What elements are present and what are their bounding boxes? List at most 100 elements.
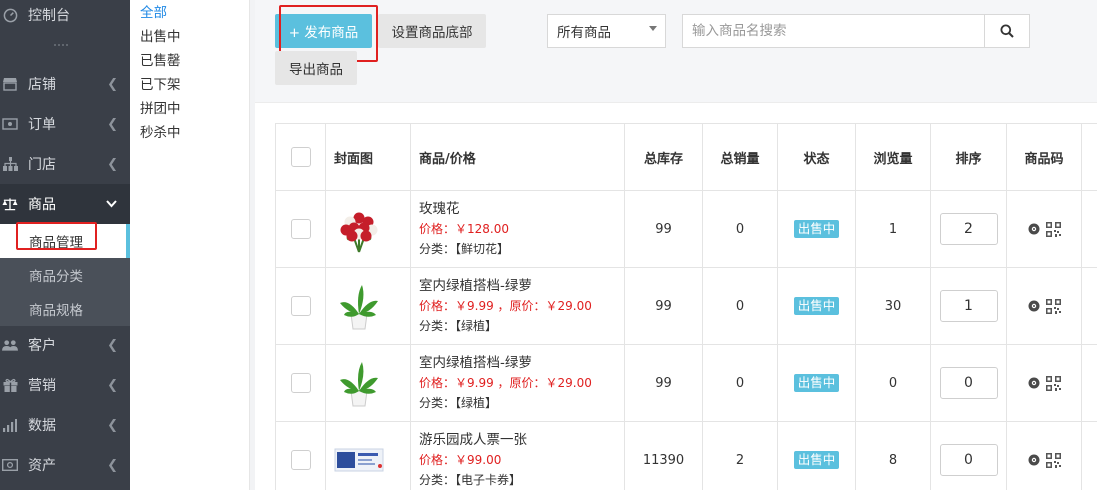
filter-all[interactable]: 全部 — [140, 1, 167, 21]
table-row: 室内绿植搭档-绿萝 价格：￥9.99 ，原价：￥29.00 分类：【绿植】 99 0 出售… — [275, 267, 1097, 345]
search-button[interactable] — [985, 14, 1030, 48]
sidebar-item-branches[interactable]: 门店 ❮ — [0, 144, 130, 184]
goods-scope-select[interactable]: 所有商品 — [547, 14, 666, 48]
stock-cell: 99 — [624, 267, 703, 345]
sort-input[interactable] — [939, 213, 998, 245]
sidebar-sub-goods-manage[interactable]: 商品管理 — [0, 224, 130, 258]
product-image — [334, 448, 384, 472]
stock-cell: 99 — [624, 190, 703, 268]
sales-cell: 0 — [702, 190, 778, 268]
sidebar-item-label: 门店 — [28, 157, 56, 173]
sidebar-item-label: 客户 — [28, 338, 56, 354]
goods-info-cell: 游乐园成人票一张 价格：￥99.00 分类：【电子卡券】 — [410, 421, 625, 490]
filter-on-sale[interactable]: 出售中 — [140, 25, 181, 45]
status-cell: 出售中 — [777, 267, 856, 345]
status-badge: 出售中 — [793, 374, 840, 392]
sidebar-sub-goods-category[interactable]: 商品分类 — [0, 258, 130, 292]
dashboard-icon — [2, 7, 18, 23]
sidebar-item-label: 订单 — [28, 117, 56, 133]
sidebar-sub-label: 商品分类 — [29, 269, 83, 285]
goods-name[interactable]: 室内绿植搭档-绿萝 — [419, 276, 624, 296]
sidebar-item-orders[interactable]: 订单 ❮ — [0, 104, 130, 144]
filter-group-buy[interactable]: 拼团中 — [140, 97, 181, 117]
chevron-left-icon: ❮ — [107, 377, 118, 393]
status-badge: 出售中 — [793, 297, 840, 315]
sidebar-sub-label: 商品管理 — [29, 235, 83, 251]
select-all-checkbox[interactable] — [290, 147, 311, 167]
table-row: 游乐园成人票一张 价格：￥99.00 分类：【电子卡券】 11390 2 出售中 8 — [275, 421, 1097, 490]
views-cell: 30 — [855, 267, 931, 345]
share-icon[interactable] — [1027, 376, 1041, 390]
sidebar-item-dashboard[interactable]: 控制台 — [0, 0, 130, 35]
row-select-cell — [275, 190, 326, 268]
set-goods-footer-button[interactable]: 设置商品底部 — [378, 14, 486, 48]
sidebar-item-customers[interactable]: 客户 ❮ — [0, 325, 130, 365]
product-image — [340, 285, 378, 330]
share-icon[interactable] — [1027, 299, 1041, 313]
sales-cell: 2 — [702, 421, 778, 490]
goods-price: 价格：￥9.99 ，原价：￥29.00 — [419, 299, 592, 313]
overflow-cell — [1081, 267, 1097, 345]
status-cell: 出售中 — [777, 421, 856, 490]
qrcode-icon[interactable] — [1046, 298, 1061, 314]
goods-code-cell — [1006, 344, 1082, 422]
sidebar-sub-goods-spec[interactable]: 商品规格 — [0, 292, 130, 326]
qrcode-icon[interactable] — [1046, 452, 1061, 468]
sidebar-item-goods[interactable]: 商品 — [0, 184, 130, 224]
sidebar: 控制台 店铺 ❮ 订单 ❮ 门店 ❮ 商品 商品管理 商品分类 商品规格 客户 … — [0, 0, 130, 490]
table-row: 玫瑰花 价格：￥128.00 分类：【鲜切花】 99 0 出售中 1 — [275, 190, 1097, 268]
goods-code-cell — [1006, 190, 1082, 268]
share-icon[interactable] — [1027, 453, 1041, 467]
chevron-left-icon: ❮ — [107, 337, 118, 353]
share-icon[interactable] — [1027, 222, 1041, 236]
chevron-left-icon: ❮ — [107, 457, 118, 473]
table-header-row: 封面图 商品/价格 总库存 总销量 状态 浏览量 排序 商品码 — [275, 123, 1097, 191]
goods-name[interactable]: 玫瑰花 — [419, 199, 624, 219]
overflow-cell — [1081, 344, 1097, 422]
sidebar-item-label: 店铺 — [28, 77, 56, 93]
sort-input[interactable] — [939, 444, 998, 476]
chevron-left-icon: ❮ — [107, 156, 118, 172]
sort-input[interactable] — [939, 367, 998, 399]
row-checkbox[interactable] — [290, 373, 311, 393]
gift-icon — [2, 377, 18, 393]
sidebar-item-data[interactable]: 数据 ❮ — [0, 405, 130, 445]
qrcode-icon[interactable] — [1046, 221, 1061, 237]
filter-off-shelf[interactable]: 已下架 — [140, 73, 181, 93]
sort-input[interactable] — [939, 290, 998, 322]
search-icon — [1000, 24, 1014, 38]
sidebar-item-assets[interactable]: 资产 ❮ — [0, 445, 130, 485]
row-checkbox[interactable] — [290, 219, 311, 239]
goods-category: 分类：【鲜切花】 — [419, 242, 510, 256]
row-checkbox[interactable] — [290, 296, 311, 316]
sidebar-item-marketing[interactable]: 营销 ❮ — [0, 365, 130, 405]
goods-category: 分类：【绿植】 — [419, 396, 498, 410]
goods-name[interactable]: 室内绿植搭档-绿萝 — [419, 353, 624, 373]
qrcode-icon[interactable] — [1046, 375, 1061, 391]
stock-cell: 11390 — [624, 421, 703, 490]
store-icon — [2, 76, 18, 92]
sort-cell — [930, 421, 1007, 490]
overflow-cell — [1081, 421, 1097, 490]
goods-name[interactable]: 游乐园成人票一张 — [419, 430, 624, 450]
column-header: 封面图 — [325, 123, 411, 191]
column-header: 商品/价格 — [410, 123, 625, 191]
row-checkbox[interactable] — [290, 450, 311, 470]
publish-goods-button[interactable]: + 发布商品 — [275, 14, 372, 48]
views-cell: 1 — [855, 190, 931, 268]
filter-flash-sale[interactable]: 秒杀中 — [140, 121, 181, 141]
export-goods-button[interactable]: 导出商品 — [275, 51, 357, 85]
views-cell: 0 — [855, 344, 931, 422]
sidebar-sub-label: 商品规格 — [29, 303, 83, 319]
filter-sold-out[interactable]: 已售罄 — [140, 49, 181, 69]
scale-icon — [2, 196, 18, 212]
branch-icon — [2, 156, 18, 172]
goods-price: 价格：￥128.00 — [419, 222, 509, 236]
bar-chart-icon — [2, 417, 18, 433]
sidebar-item-store[interactable]: 店铺 ❮ — [0, 64, 130, 104]
stock-cell: 99 — [624, 344, 703, 422]
column-header: 总库存 — [624, 123, 703, 191]
chevron-left-icon: ❮ — [107, 116, 118, 132]
chevron-left-icon: ❮ — [107, 76, 118, 92]
search-input[interactable] — [682, 14, 985, 48]
